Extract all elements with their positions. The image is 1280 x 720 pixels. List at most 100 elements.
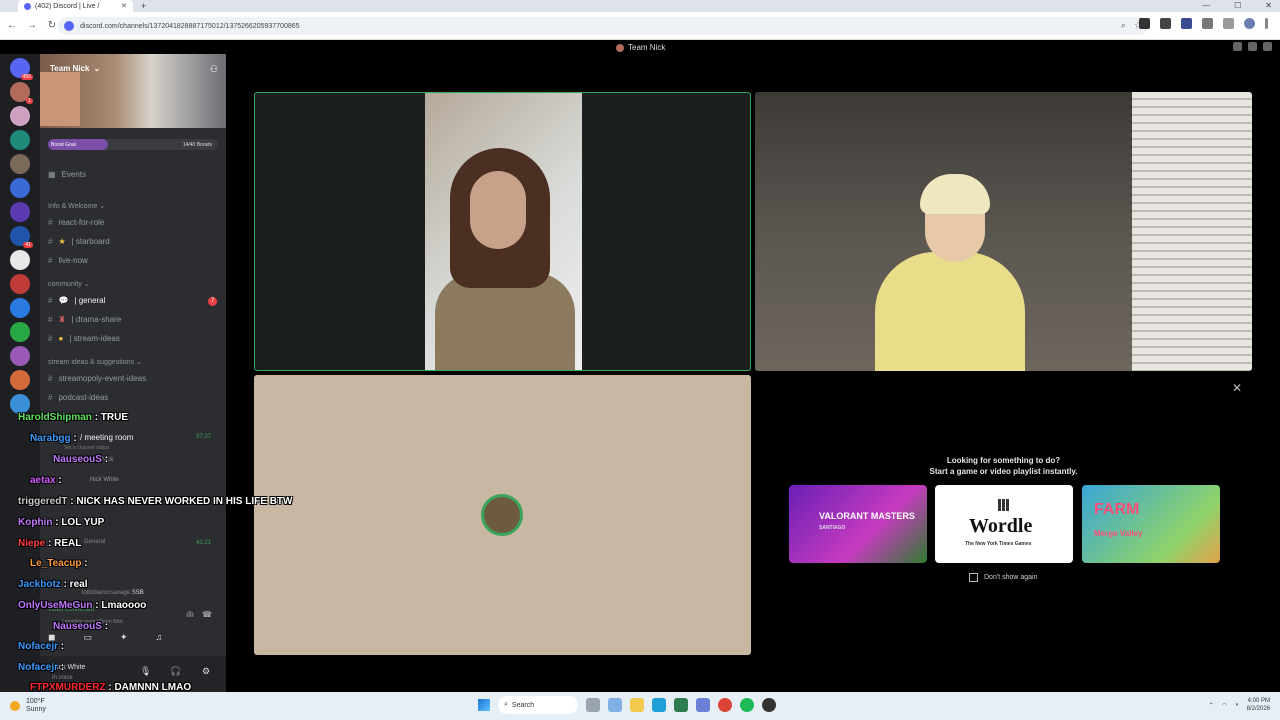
server-icon[interactable] — [10, 322, 30, 342]
channel-item[interactable]: # streamopoly-event-ideas — [48, 374, 146, 383]
download-icon[interactable] — [1223, 18, 1234, 29]
server-icon[interactable] — [10, 154, 30, 174]
extension-icon[interactable] — [1139, 18, 1150, 29]
server-icon[interactable] — [10, 130, 30, 150]
channel-item[interactable]: # live-now — [48, 256, 88, 265]
server-icon[interactable]: 41 — [10, 226, 33, 248]
voice-channel-item[interactable]: / meeting room — [80, 433, 133, 442]
windows-start-icon[interactable] — [478, 699, 490, 711]
window-title: Team Nick — [628, 43, 666, 52]
extension-icon[interactable] — [1160, 18, 1171, 29]
server-icon[interactable] — [10, 394, 30, 414]
channel-item[interactable]: # podcast-ideas — [48, 393, 108, 402]
close-tab-icon[interactable]: ✕ — [121, 2, 127, 10]
server-icon[interactable] — [10, 370, 30, 390]
category-header[interactable]: Info & Welcome ⌄ — [48, 202, 105, 210]
copilot-icon[interactable] — [608, 698, 622, 712]
category-header[interactable]: community ⌄ — [48, 280, 90, 288]
server-icon[interactable]: 1 — [10, 82, 33, 104]
browser-toolbar: ← → ↻ discord.com/channels/1372041828887… — [0, 12, 1280, 40]
wifi-icon[interactable]: ◠ — [1222, 702, 1227, 709]
spotify-icon[interactable] — [740, 698, 754, 712]
channel-status-hint[interactable]: Set a channel status — [64, 445, 109, 451]
back-icon[interactable]: ← — [4, 20, 20, 31]
menu-kebab-icon[interactable] — [1265, 18, 1268, 29]
dont-show-again[interactable]: Don't show again — [969, 573, 1037, 582]
invite-icon[interactable]: ⚇ — [210, 64, 218, 75]
activity-card-wordle[interactable]: Wordle The New York Times Games — [935, 485, 1073, 563]
activity-card-valorant[interactable]: VALORANT MASTERS SANTIAGO — [789, 485, 927, 563]
window-controls: — ☐ ✕ — [1202, 1, 1272, 10]
video-tile-speaking[interactable] — [254, 92, 751, 371]
server-icon[interactable] — [10, 202, 30, 222]
channel-item[interactable]: # ★ | starboard — [48, 237, 110, 246]
checkbox[interactable] — [969, 573, 978, 582]
chat-text: : Lmaoooo — [95, 600, 147, 611]
home-icon[interactable]: 456 — [10, 58, 33, 80]
server-name-header[interactable]: Team Nick ⌄ — [50, 64, 100, 73]
chat-username: aetax — [30, 475, 56, 486]
profile-icon[interactable] — [1244, 18, 1255, 29]
forward-icon[interactable]: → — [24, 20, 40, 31]
new-tab-icon[interactable]: + — [141, 1, 146, 11]
activity-card-farm[interactable]: FARM Merge Valley — [1082, 485, 1220, 563]
zoom-icon[interactable]: ⌕ — [1121, 20, 1126, 31]
server-icon[interactable] — [10, 178, 30, 198]
edge-icon[interactable] — [652, 698, 666, 712]
chat-text: : NICK HAS NEVER WORKED IN HIS LIFE BTW — [70, 496, 293, 507]
channel-item[interactable]: # react-for-role — [48, 218, 104, 227]
weather-widget[interactable]: 100°F Sunny — [10, 698, 46, 714]
voice-user[interactable]: Nick White — [90, 477, 119, 483]
banner-image — [40, 72, 80, 126]
channel-item[interactable]: # ♜ | drama-share — [48, 315, 121, 324]
noise-suppression-icon[interactable]: ıllı — [186, 610, 194, 619]
events-item[interactable]: ▦ Events — [48, 170, 86, 179]
inbox-icon[interactable] — [1233, 42, 1242, 51]
volume-icon[interactable]: ◖ — [1235, 702, 1239, 708]
app-icon[interactable] — [674, 698, 688, 712]
video-tile[interactable] — [755, 92, 1252, 371]
screen-share-icon[interactable]: ▭ — [83, 632, 92, 643]
minimize-icon[interactable]: — — [1202, 1, 1210, 10]
app-icon[interactable] — [696, 698, 710, 712]
chat-message: Nofacejr : — [18, 662, 64, 673]
channel-name[interactable]: General — [84, 539, 105, 545]
boost-goal-bar[interactable]: Boost Goal 14/40 Boosts — [48, 139, 218, 150]
server-icon[interactable] — [10, 106, 30, 126]
taskbar-search[interactable]: ⌕ Search — [498, 696, 578, 714]
maximize-icon[interactable]: ☐ — [1234, 1, 1241, 10]
extension-icon[interactable] — [1181, 18, 1192, 29]
chat-message: Niepe : REAL — [18, 538, 81, 549]
close-icon[interactable]: ✕ — [1232, 381, 1242, 395]
obs-icon[interactable] — [762, 698, 776, 712]
tray-expand-icon[interactable]: ⌃ — [1209, 702, 1214, 709]
taskbar-clock[interactable]: 4:00 PM 8/2/2026 — [1247, 697, 1270, 713]
windows-taskbar: 100°F Sunny ⌕ Search ⌃ ◠ ◖ 4:00 PM 8/2/2… — [0, 692, 1280, 720]
popout-icon[interactable] — [1248, 42, 1257, 51]
voice-stage: ✕ Looking for something to do? Start a g… — [226, 54, 1280, 692]
taskview-icon[interactable] — [586, 698, 600, 712]
browser-tab[interactable]: (402) Discord | Live / ✕ — [18, 0, 133, 12]
disconnect-icon[interactable]: ☎ — [202, 610, 212, 619]
headphones-icon[interactable]: 🎧 — [170, 666, 181, 677]
server-icon[interactable] — [10, 298, 30, 318]
channel-item[interactable]: # ● | stream-ideas — [48, 334, 120, 343]
address-bar[interactable]: discord.com/channels/1372041828887175012… — [58, 17, 1148, 35]
server-icon[interactable] — [10, 346, 30, 366]
microphone-icon[interactable]: 🎙 — [140, 666, 151, 677]
soundboard-icon[interactable]: ♫ — [156, 632, 163, 643]
video-tile-avatar[interactable] — [254, 375, 751, 655]
extensions-puzzle-icon[interactable] — [1202, 18, 1213, 29]
help-icon[interactable] — [1263, 42, 1272, 51]
server-icon[interactable] — [10, 250, 30, 270]
chrome-icon[interactable] — [718, 698, 732, 712]
chat-text: : TRUE — [94, 412, 129, 423]
channel-item[interactable]: # 💬 | general — [48, 296, 105, 305]
hash-icon: # — [48, 393, 53, 402]
activities-icon[interactable]: ✦ — [120, 632, 128, 643]
settings-gear-icon[interactable]: ⚙ — [202, 666, 210, 677]
close-window-icon[interactable]: ✕ — [1265, 1, 1272, 10]
category-header[interactable]: stream ideas & suggestions ⌄ — [48, 358, 142, 366]
file-explorer-icon[interactable] — [630, 698, 644, 712]
server-icon[interactable] — [10, 274, 30, 294]
